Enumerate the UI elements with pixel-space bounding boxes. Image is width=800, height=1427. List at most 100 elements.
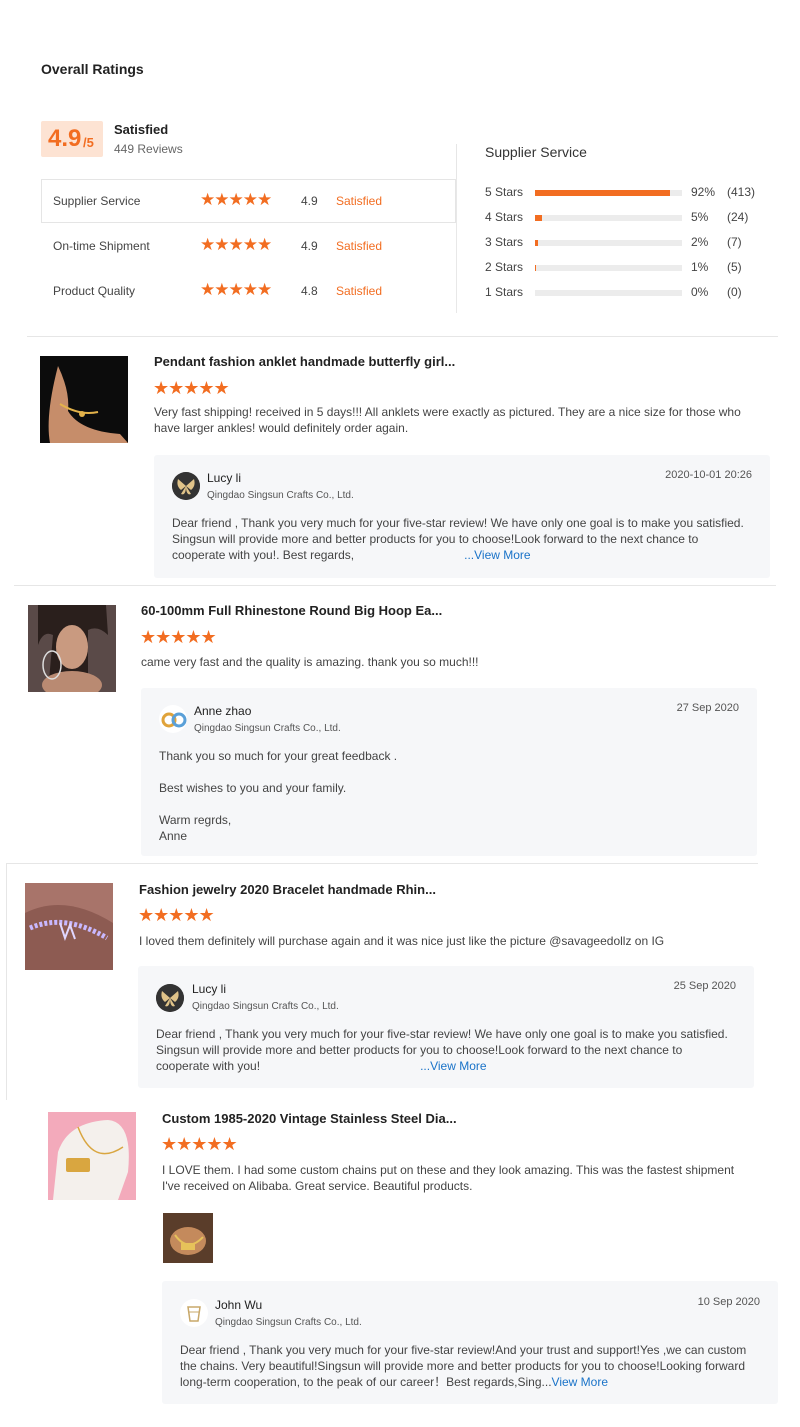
dist-fill-2 [535,265,537,271]
dist-bar-5 [535,190,682,196]
review-product-title[interactable]: Pendant fashion anklet handmade butterfl… [154,354,455,369]
reply-name: Anne zhao [194,704,252,718]
dist-count-2: (5) [727,260,742,274]
reply-text: Dear friend , Thank you very much for yo… [156,1026,746,1074]
reply-text: Thank you so much for your great feedbac… [159,748,749,844]
dist-pct-4: 5% [691,210,709,224]
reply-line: cooperate with you!. Best regards, ...Vie… [172,547,762,563]
supplier-reply: Lucy li Qingdao Singsun Crafts Co., Ltd.… [138,966,754,1088]
metric-score-supplier-service: 4.9 [301,194,318,208]
reply-line: Thank you so much for your great feedbac… [159,749,398,763]
reply-line: the chains. Very beautiful!Singsun will … [180,1359,745,1373]
metric-score-product-quality: 4.8 [301,284,318,298]
metric-label-product-quality: Product Quality [53,284,136,298]
dist-fill-5 [535,190,671,196]
metric-score-ontime-shipment: 4.9 [301,239,318,253]
reply-name: Lucy li [192,982,227,996]
reply-line: long-term cooperation, to the peak of ou… [180,1374,780,1390]
review-text: Very fast shipping! received in 5 days!!… [154,405,741,435]
metric-stars-ontime-shipment: ★★★★★ [200,235,272,254]
overall-rating-label: Satisfied [114,122,169,137]
supplier-avatar [159,705,187,733]
supplier-avatar [180,1299,208,1327]
reply-company: Qingdao Singsun Crafts Co., Ltd. [194,723,341,734]
review-divider [6,863,758,864]
review-stars: ★★★★★ [138,905,215,925]
dist-bar-4 [535,215,682,221]
metrics-divider [456,144,457,179]
dist-label-5: 5 Stars [485,185,524,199]
review-text: I loved them definitely will purchase ag… [139,934,665,948]
reply-text: Dear friend , Thank you very much for yo… [172,515,762,563]
dist-fill-3 [535,240,538,246]
reply-company: Qingdao Singsun Crafts Co., Ltd. [215,1317,362,1328]
dist-bar-1 [535,290,682,296]
metric-label-ontime-shipment: On-time Shipment [53,239,150,253]
product-image-necklace[interactable] [48,1112,136,1200]
supplier-avatar [172,472,200,500]
metric-label-supplier-service: Supplier Service [53,194,141,208]
reply-line: Singsun will provide more and better pro… [172,532,699,546]
reply-date: 2020-10-01 20:26 [665,469,752,481]
review-left-border [6,863,7,1100]
reply-company: Qingdao Singsun Crafts Co., Ltd. [192,1001,339,1012]
section-divider [27,336,778,337]
dist-bar-2 [535,265,682,271]
reply-line: Dear friend , Thank you very much for yo… [180,1343,747,1357]
dist-pct-1: 0% [691,285,709,299]
metric-status-product-quality: Satisfied [336,284,383,298]
reply-line: cooperate with you! [156,1059,261,1073]
dist-label-2: 2 Stars [485,260,524,274]
supplier-reply: John Wu Qingdao Singsun Crafts Co., Ltd.… [162,1281,778,1404]
view-more-link[interactable]: View More [552,1375,608,1389]
review-stars: ★★★★★ [161,1134,238,1154]
dist-count-4: (24) [727,210,749,224]
reply-line: Dear friend , Thank you very much for yo… [172,516,744,530]
review-photo-thumbnail[interactable] [163,1213,213,1263]
reply-line: Singsun will provide more and better pro… [156,1043,683,1057]
product-image-bracelet[interactable] [25,883,113,970]
metric-status-supplier-service: Satisfied [336,194,383,208]
review-product-title[interactable]: Fashion jewelry 2020 Bracelet handmade R… [139,882,436,897]
page-title: Overall Ratings [41,61,144,77]
reply-name: John Wu [215,1298,263,1312]
dist-count-1: (0) [727,285,742,299]
reply-line: Warm regrds, [159,813,232,827]
dist-label-3: 3 Stars [485,235,524,249]
view-more-link[interactable]: ...View More [464,548,530,562]
metric-stars-product-quality: ★★★★★ [200,280,272,299]
review-text: came very fast and the quality is amazin… [141,655,479,669]
dist-pct-2: 1% [691,260,709,274]
reply-line: Dear friend , Thank you very much for yo… [156,1027,728,1041]
view-more-link[interactable]: ...View More [420,1059,486,1073]
reviews-count: 449 Reviews [114,142,183,156]
reply-line: Best wishes to you and your family. [159,781,347,795]
reply-date: 27 Sep 2020 [676,702,739,714]
dist-count-5: (413) [727,185,756,199]
overall-score: 4.9 [48,125,82,152]
reply-line: Anne [159,829,188,843]
distribution-title: Supplier Service [485,144,587,160]
dist-label-1: 1 Stars [485,285,524,299]
review-divider [14,585,776,586]
metric-stars-supplier-service: ★★★★★ [200,190,272,209]
review-product-title[interactable]: 60-100mm Full Rhinestone Round Big Hoop … [141,603,442,618]
dist-bar-3 [535,240,682,246]
supplier-avatar [156,984,184,1012]
reply-name: Lucy li [207,471,242,485]
review-stars: ★★★★★ [153,378,230,398]
product-image-hoop-earrings[interactable] [28,605,116,692]
reply-line: cooperate with you!. Best regards, [172,548,355,562]
reply-line: cooperate with you! ...View More [156,1058,746,1074]
reply-date: 25 Sep 2020 [673,980,736,992]
dist-fill-4 [535,215,543,221]
dist-count-3: (7) [727,235,742,249]
supplier-reply: Lucy li Qingdao Singsun Crafts Co., Ltd.… [154,455,770,578]
overall-score-badge: 4.9 /5 [41,121,103,157]
product-image-anklet[interactable] [40,356,128,443]
reply-text: Dear friend , Thank you very much for yo… [180,1342,780,1390]
dist-pct-5: 92% [691,185,716,199]
reply-line: long-term cooperation, to the peak of ou… [180,1375,552,1389]
review-text: I LOVE them. I had some custom chains pu… [162,1163,735,1193]
review-product-title[interactable]: Custom 1985-2020 Vintage Stainless Steel… [162,1111,457,1126]
